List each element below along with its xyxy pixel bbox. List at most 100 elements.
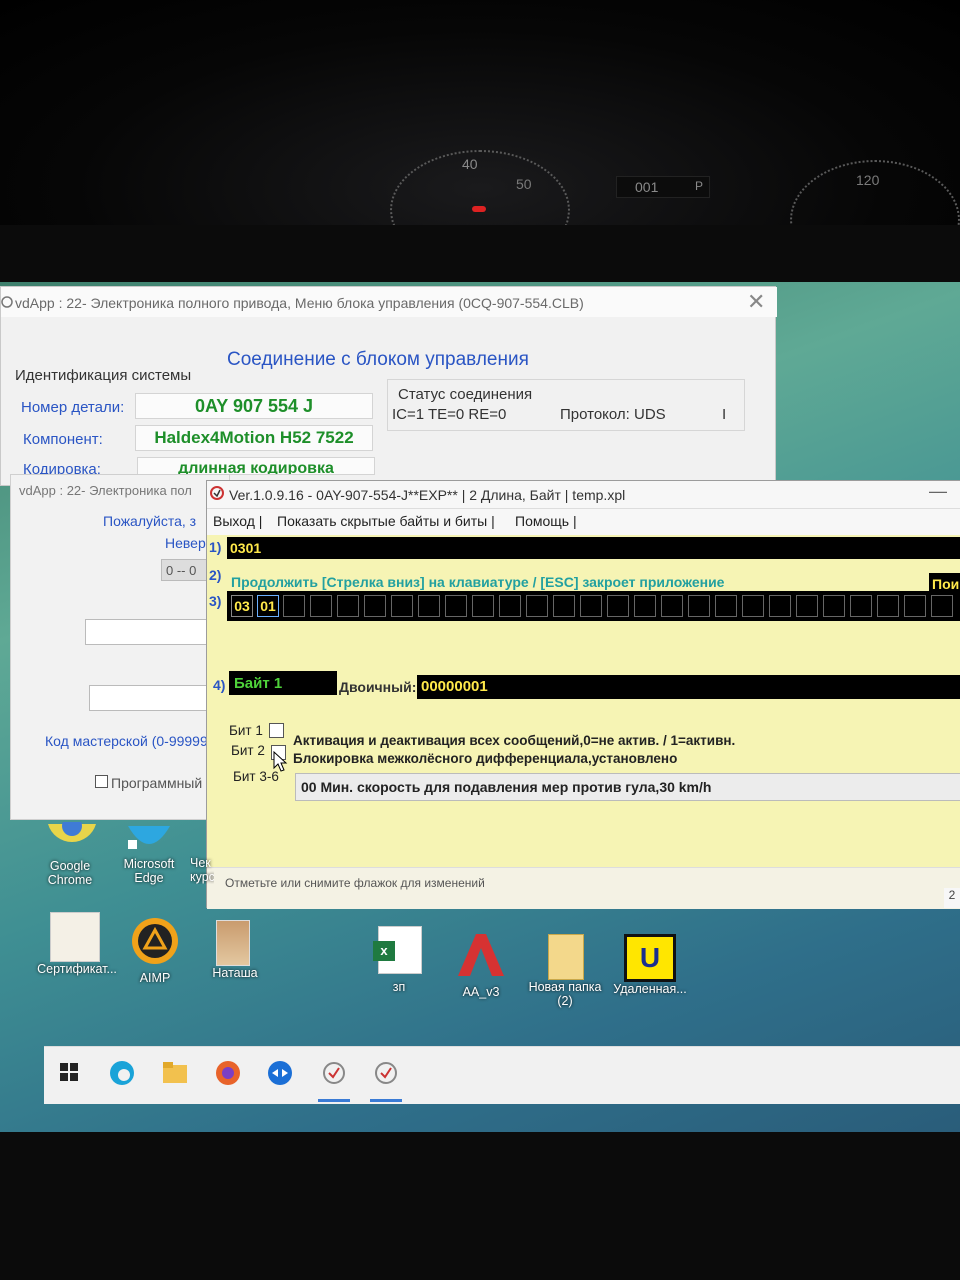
file-explorer-icon[interactable] [162, 1061, 190, 1085]
invalid-text: Невер [165, 535, 206, 551]
desktop-icon-label: Google Chrome [47, 859, 93, 887]
binary-value: 00000001 [417, 675, 960, 699]
excel-icon: x [373, 926, 422, 974]
protocol-label: Протокол: UDS [560, 406, 666, 423]
coding-value: длинная кодировка [137, 457, 375, 475]
system-id-label: Идентификация системы [15, 367, 192, 384]
desktop-icon-label: Чек курсов [190, 856, 214, 884]
byte-cell-empty[interactable] [499, 595, 521, 617]
desktop-icon-chrome[interactable]: Google Chrome [40, 816, 100, 887]
car-dashboard-background: 40 50 001 P 120 [0, 0, 960, 280]
desktop-icon-excel[interactable]: x зп [368, 926, 430, 994]
byte-cell-empty[interactable] [472, 595, 494, 617]
bit36-dropdown[interactable]: 00 Мин. скорость для подавления мер прот… [295, 773, 960, 801]
byte-cell-empty[interactable] [607, 595, 629, 617]
byte-cell-empty[interactable] [337, 595, 359, 617]
byte-cell-empty[interactable] [553, 595, 575, 617]
vdapp-icon[interactable] [372, 1059, 400, 1087]
byte-cell-empty[interactable] [580, 595, 602, 617]
byte-cell-empty[interactable] [688, 595, 710, 617]
byte-cell-empty[interactable] [850, 595, 872, 617]
desktop-icon-vnc[interactable]: U Удаленная... [610, 934, 690, 996]
row3-label: 3) [209, 593, 222, 609]
row2-instruction: Продолжить [Стрелка вниз] на клавиатуре … [231, 574, 725, 590]
byte-cell-empty[interactable] [769, 595, 791, 617]
byte-cell-empty[interactable] [661, 595, 683, 617]
desktop-icon-label: AA_v3 [462, 985, 500, 999]
byte-cell-empty[interactable] [418, 595, 440, 617]
desktop-icon-ammyy[interactable]: AA_v3 [450, 930, 512, 999]
status-extra: I [722, 406, 727, 423]
byte-cell-empty[interactable] [283, 595, 305, 617]
status-title: Статус соединения [398, 386, 533, 403]
menu-show-hidden[interactable]: Показать скрытые байты и биты | [277, 513, 495, 529]
desktop-icon-label: Удаленная... [613, 982, 687, 996]
bit2-description: Блокировка межколёсного дифференциала,ус… [293, 751, 678, 766]
component-value: Haldex4Motion H52 7522 [135, 425, 373, 451]
status-right-label: 2 [944, 888, 960, 908]
byte-cell-empty[interactable] [391, 595, 413, 617]
input-field-1[interactable] [85, 619, 225, 645]
vdapp-icon[interactable] [320, 1059, 348, 1087]
edge-icon[interactable] [108, 1059, 136, 1087]
taskbar-active-indicator [370, 1099, 402, 1102]
please-text: Пожалуйста, з [103, 513, 197, 529]
byte-cell-empty[interactable] [931, 595, 953, 617]
workshop-code-label: Код мастерской (0-99999 [45, 733, 208, 749]
desktop-icon-course[interactable]: Чек курсов [190, 822, 214, 884]
program-checkbox[interactable] [95, 775, 108, 788]
chrome-icon [48, 816, 96, 842]
byte-cell-selected[interactable]: 01 [257, 595, 279, 617]
connection-heading: Соединение с блоком управления [227, 349, 529, 370]
byte-cell-empty[interactable] [877, 595, 899, 617]
editor-menubar: Выход | Показать скрытые байты и биты | … [207, 509, 960, 535]
certificate-icon [50, 912, 100, 962]
byte-cell-empty[interactable] [823, 595, 845, 617]
byte-cell-empty[interactable] [445, 595, 467, 617]
byte-cell-empty[interactable] [742, 595, 764, 617]
byte-cell[interactable]: 03 [231, 595, 253, 617]
byte-cell-empty[interactable] [364, 595, 386, 617]
byte-cell-empty[interactable] [634, 595, 656, 617]
binary-label: Двоичный: [339, 679, 417, 695]
editor-titlebar: Ver.1.0.9.16 - 0AY-907-554-J**EXP** | 2 … [207, 481, 960, 509]
desktop-icon-certificate[interactable]: Сертификат... [36, 912, 118, 976]
bit36-label: Бит 3-6 [233, 769, 279, 784]
vdapp-icon [210, 486, 224, 500]
desktop-icon-label: Сертификат... [37, 962, 117, 976]
row2-label: 2) [209, 567, 222, 583]
menu-exit[interactable]: Выход | [213, 513, 262, 529]
folder-icon [548, 934, 584, 980]
bit1-label: Бит 1 [229, 723, 263, 738]
byte-cell-empty[interactable] [526, 595, 548, 617]
byte-cell-empty[interactable] [796, 595, 818, 617]
main-app-window: vdApp : 22- Электроника полного привода,… [0, 286, 777, 486]
desktop-icon-folder[interactable]: Новая папка (2) [522, 934, 608, 1008]
desktop-icon-aimp[interactable]: AIMP [124, 916, 186, 985]
bit1-checkbox[interactable] [269, 723, 284, 738]
byte-cell-empty[interactable] [310, 595, 332, 617]
app-logo-icon [1, 296, 13, 308]
desktop-icon-label: Новая папка (2) [528, 980, 602, 1008]
byte-cell-empty[interactable] [904, 595, 926, 617]
gauge-right-label: 120 [856, 172, 880, 188]
status-values: IC=1 TE=0 RE=0 [392, 406, 507, 423]
minimize-icon[interactable]: — [929, 481, 947, 502]
desktop-icon-edge[interactable]: Microsoft Edge [116, 822, 182, 885]
row4-label: 4) [213, 677, 226, 693]
windows-start-icon[interactable] [60, 1063, 78, 1081]
secondary-window-title: vdApp : 22- Электроника пол [19, 483, 192, 498]
coding-label: Кодировка: [23, 461, 101, 475]
teamviewer-icon[interactable] [266, 1059, 294, 1087]
byte-cell-empty[interactable] [715, 595, 737, 617]
menu-help[interactable]: Помощь | [515, 513, 577, 529]
main-window-title: vdApp : 22- Электроника полного привода,… [15, 295, 584, 311]
desktop-icon-photo[interactable]: Наташа [204, 920, 266, 980]
vnc-icon: U [624, 934, 676, 982]
input-field-2[interactable] [89, 685, 225, 711]
close-icon[interactable]: ✕ [747, 289, 765, 315]
warning-light-icon [472, 206, 486, 212]
byte-cells-row: 03 01 [227, 591, 960, 621]
firefox-icon[interactable] [214, 1059, 242, 1087]
secondary-app-window: vdApp : 22- Электроника пол Пожалуйста, … [10, 474, 230, 820]
